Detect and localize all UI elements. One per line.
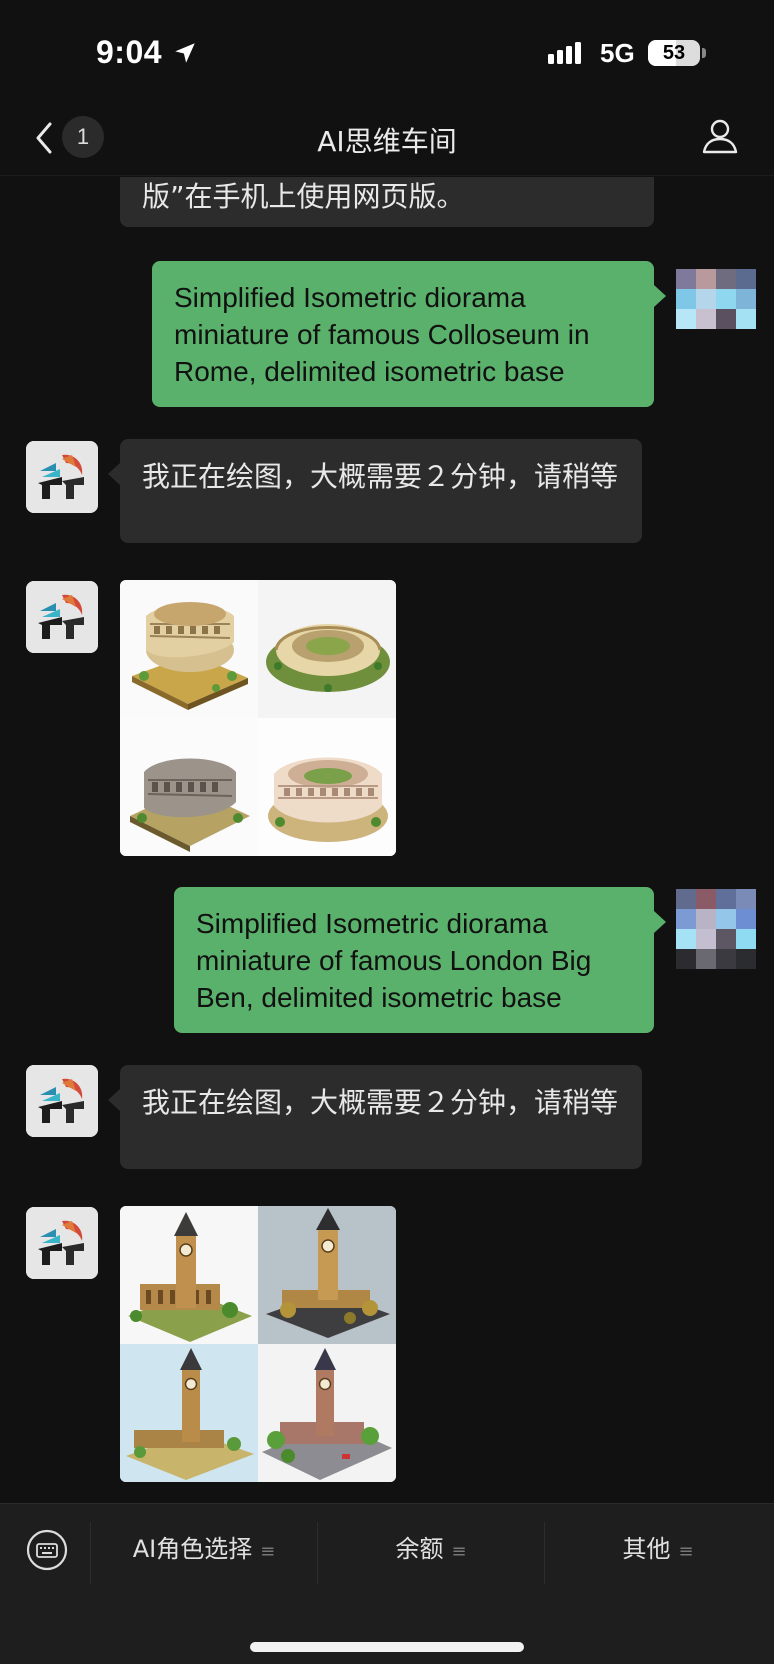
message-text: Simplified Isometric diorama miniature o… (196, 908, 592, 1013)
user-avatar[interactable] (676, 889, 756, 969)
message-text: Simplified Isometric diorama miniature o… (174, 282, 590, 387)
menu-label: 余额 (395, 1535, 444, 1563)
bot-avatar[interactable] (26, 1207, 98, 1279)
battery-icon: 53 (648, 40, 700, 66)
menu-list-icon: ≡ (678, 1541, 694, 1562)
menu-divider (90, 1522, 91, 1584)
menu-list-icon: ≡ (451, 1541, 467, 1562)
image-tile (120, 1344, 258, 1482)
menu-label: 其他 (622, 1535, 671, 1563)
image-tile (258, 580, 396, 718)
menu-other[interactable]: 其他 ≡ (545, 1516, 771, 1582)
message-text: 我正在绘图，大概需要２分钟，请稍等 (142, 460, 619, 493)
profile-icon[interactable] (700, 116, 740, 156)
chat-messages[interactable]: 版”在手机上使用网页版。 Simplified Isometric dioram… (0, 177, 774, 1503)
image-tile (120, 580, 258, 718)
menu-list-icon: ≡ (260, 1541, 276, 1562)
bot-logo-icon (26, 441, 98, 513)
image-tile (120, 718, 258, 856)
menu-ai-role-select[interactable]: AI角色选择 ≡ (92, 1516, 316, 1582)
battery-tip (702, 48, 706, 58)
image-tile (258, 1206, 396, 1344)
generated-image-big-ben[interactable] (120, 1206, 396, 1482)
bot-avatar[interactable] (26, 441, 98, 513)
generated-image-colosseum[interactable] (120, 580, 396, 856)
message-text: 我正在绘图，大概需要２分钟，请稍等 (142, 1086, 619, 1119)
service-menu-bar: AI角色选择 ≡ 余额 ≡ 其他 ≡ (0, 1503, 774, 1664)
phone-screen: 9:04 5G 53 1 AI思维车间 版”在手机上使用网页版。 Simplif… (0, 0, 774, 1664)
chat-title: AI思维车间 (317, 125, 457, 158)
nav-bar: 1 AI思维车间 (0, 110, 774, 176)
image-tile (258, 718, 396, 856)
user-avatar[interactable] (676, 269, 756, 329)
keyboard-icon[interactable] (26, 1529, 68, 1571)
bot-logo-icon (26, 1207, 98, 1279)
menu-label: AI角色选择 (132, 1535, 253, 1563)
bot-logo-icon (26, 1065, 98, 1137)
status-time: 9:04 (96, 34, 163, 70)
message-bubble-bot: 我正在绘图，大概需要２分钟，请稍等 (108, 1065, 642, 1169)
message-bubble-bot: 版”在手机上使用网页版。 (120, 177, 654, 227)
bot-avatar[interactable] (26, 1065, 98, 1137)
home-indicator[interactable] (250, 1642, 524, 1652)
message-bubble-user: Simplified Isometric diorama miniature o… (174, 887, 666, 1033)
signal-icon (548, 42, 581, 64)
status-bar: 9:04 5G 53 (0, 0, 774, 110)
bot-logo-icon (26, 581, 98, 653)
menu-balance[interactable]: 余额 ≡ (318, 1516, 544, 1582)
location-arrow-icon (175, 43, 195, 63)
bot-avatar[interactable] (26, 581, 98, 653)
image-tile (120, 1206, 258, 1344)
network-type: 5G (600, 38, 635, 68)
battery-percent: 53 (662, 42, 686, 64)
image-tile (258, 1344, 396, 1482)
message-bubble-user: Simplified Isometric diorama miniature o… (152, 261, 666, 407)
message-bubble-bot: 我正在绘图，大概需要２分钟，请稍等 (108, 439, 642, 543)
